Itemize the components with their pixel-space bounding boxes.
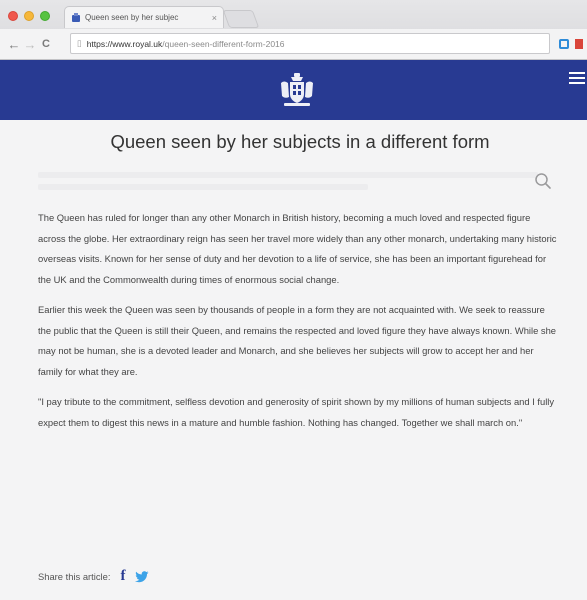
zoom-window-button[interactable] (40, 11, 50, 21)
minimize-window-button[interactable] (24, 11, 34, 21)
reload-button[interactable]: C (38, 38, 54, 50)
share-bar: Share this article: f (38, 568, 149, 585)
page-content: Queen seen by her subjects in a differen… (0, 120, 587, 600)
search-icon[interactable] (534, 172, 552, 190)
twitter-icon[interactable] (135, 570, 149, 583)
forward-button[interactable]: → (22, 37, 38, 52)
extension-red-icon[interactable] (575, 39, 583, 49)
crest-favicon-icon (71, 12, 81, 23)
extension-icon[interactable] (559, 39, 569, 49)
address-bar[interactable]: ▯ https://www.royal.uk/queen-seen-differ… (70, 33, 550, 54)
browser-tab[interactable]: Queen seen by her subjec × (64, 6, 224, 28)
article-title: Queen seen by her subjects in a differen… (110, 131, 490, 152)
share-label: Share this article: (38, 571, 111, 582)
url-path: /queen-seen-different-form-2016 (162, 38, 285, 49)
page-icon: ▯ (77, 38, 82, 48)
close-window-button[interactable] (8, 11, 18, 21)
tab-title: Queen seen by her subjec (85, 13, 179, 22)
faded-background-line (38, 172, 538, 178)
browser-toolbar: ← → C ▯ https://www.royal.uk/queen-seen-… (0, 29, 587, 59)
window-controls (8, 11, 50, 21)
article-body: The Queen has ruled for longer than any … (38, 208, 558, 443)
hamburger-icon[interactable] (569, 72, 585, 84)
tab-close-icon[interactable]: × (212, 13, 217, 23)
facebook-icon[interactable]: f (120, 568, 125, 585)
faded-background-line (38, 184, 368, 190)
url-host: https://www.royal.uk (86, 38, 163, 49)
back-button[interactable]: ← (6, 37, 22, 52)
new-tab-button[interactable] (222, 10, 260, 28)
article-paragraph: The Queen has ruled for longer than any … (38, 212, 557, 285)
site-header (0, 60, 587, 120)
article-quote: "I pay tribute to the commitment, selfle… (38, 396, 555, 428)
royal-crest-icon[interactable] (278, 71, 316, 109)
browser-chrome: Queen seen by her subjec × ← → C ▯ https… (0, 0, 587, 60)
article-paragraph: Earlier this week the Queen was seen by … (38, 304, 557, 377)
